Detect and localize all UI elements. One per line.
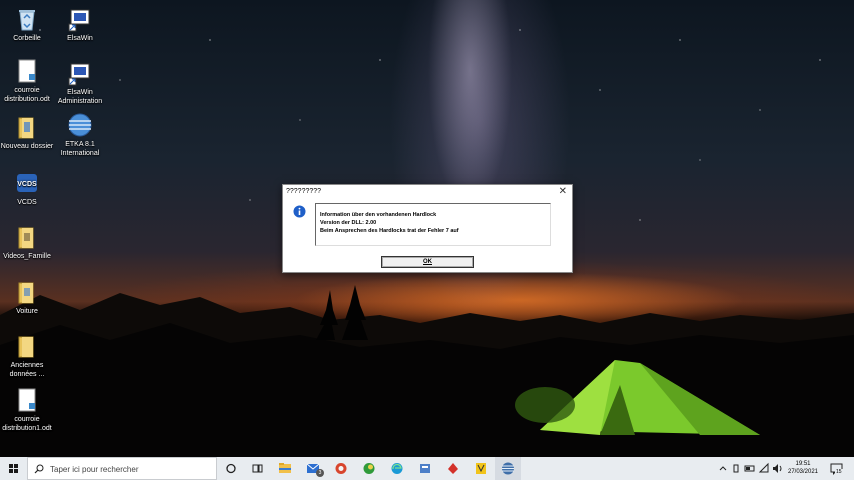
- desktop-icon-label: Corbeille: [13, 35, 41, 42]
- desktop-icon-elsawin[interactable]: ElsaWin: [53, 6, 107, 43]
- desktop-icon-voiture[interactable]: Voiture: [0, 279, 54, 316]
- app-red-icon[interactable]: [328, 457, 354, 480]
- notification-center[interactable]: 15: [828, 460, 846, 478]
- desktop-icon-corbeille[interactable]: Corbeille: [0, 6, 54, 43]
- dialog-message-line: Information über den vorhandenen Hardloc…: [320, 212, 437, 218]
- svg-text:VCDS: VCDS: [17, 181, 37, 188]
- desktop-icon-etka[interactable]: ETKA 8.1 International: [53, 112, 107, 158]
- clock-date: 27/03/2021: [787, 469, 819, 475]
- app-blue-icon[interactable]: [412, 457, 438, 480]
- taskbar: 3 19:51 2: [0, 457, 854, 480]
- cortana-icon[interactable]: [218, 457, 244, 480]
- elsawin-shortcut-icon: [68, 9, 90, 32]
- mail-app[interactable]: 3: [300, 457, 326, 480]
- wallpaper-landscape: [0, 285, 854, 457]
- wifi-icon[interactable]: [758, 457, 770, 480]
- folder-icon: [18, 227, 34, 249]
- dialog-message-box: Information über den vorhandenen Hardloc…: [315, 203, 551, 246]
- battery-icon[interactable]: [744, 457, 756, 480]
- mail-icon: [306, 463, 320, 473]
- recycle-bin-icon: [19, 10, 35, 31]
- dialog-title: ?????????: [286, 188, 322, 195]
- desktop-icon-label: ElsaWin Administration: [57, 89, 103, 105]
- info-icon: [293, 205, 306, 218]
- search-icon: [34, 464, 44, 474]
- hardlock-info-dialog: ????????? ✕ Information über den vorhand…: [282, 184, 573, 273]
- mail-badge: 3: [316, 469, 324, 477]
- desktop-icon-elsawin-administration[interactable]: ElsaWin Administration: [53, 60, 107, 106]
- document-icon: [18, 59, 36, 83]
- desktop-icon-label: Nouveau dossier: [0, 143, 54, 150]
- folder-icon: [18, 117, 34, 139]
- desktop-icon-nouveau-dossier[interactable]: Nouveau dossier: [0, 114, 54, 151]
- elsawin-admin-shortcut-icon: [68, 63, 90, 86]
- dialog-message-line: Beim Ansprechen des Hardlocks trat der F…: [320, 228, 459, 234]
- desktop-icon-label: ETKA 8.1 International: [60, 141, 100, 157]
- dialog-close-button[interactable]: ✕: [559, 186, 567, 197]
- desktop-icon-label: Videos_Famille: [3, 253, 51, 260]
- usb-device-icon[interactable]: [731, 457, 741, 480]
- desktop-icon-videos-famille[interactable]: Videos_Famille: [0, 224, 54, 261]
- file-explorer-icon[interactable]: [272, 457, 298, 480]
- notification-count: 15: [835, 469, 843, 475]
- etka-globe-icon: [68, 113, 92, 137]
- ok-button[interactable]: OK: [381, 256, 474, 268]
- desktop-icon-vcds[interactable]: VCDS VCDS: [0, 170, 54, 207]
- app-yellow-icon[interactable]: [468, 457, 494, 480]
- folder-icon: [18, 282, 34, 304]
- windows-start-icon[interactable]: [0, 457, 27, 480]
- desktop-icon-courroie-distribution1[interactable]: courroie distribution1.odt: [0, 387, 54, 433]
- desktop: Corbeille ElsaWin courroie distribution.…: [0, 0, 854, 457]
- etka-taskbar-icon[interactable]: [495, 457, 521, 480]
- vcds-icon: VCDS: [17, 174, 37, 192]
- desktop-icon-label: Anciennes données ...: [9, 362, 45, 378]
- folder-icon: [18, 336, 34, 358]
- desktop-icon-label: courroie distribution.odt: [4, 87, 50, 103]
- taskbar-search-box[interactable]: [27, 457, 217, 480]
- chevron-up-icon[interactable]: [718, 457, 728, 480]
- desktop-icon-label: courroie distribution1.odt: [2, 416, 52, 432]
- dialog-message-line: Version der DLL: 2.00: [320, 220, 377, 226]
- clock-time: 19:51: [795, 461, 811, 467]
- desktop-icon-anciennes-donnees[interactable]: Anciennes données ...: [0, 333, 54, 379]
- app-green-icon[interactable]: [356, 457, 382, 480]
- desktop-icon-label: VCDS: [17, 199, 37, 206]
- app-red-spade-icon[interactable]: [440, 457, 466, 480]
- taskbar-clock[interactable]: 19:51 27/03/2021: [782, 460, 824, 476]
- desktop-icon-label: Voiture: [16, 308, 38, 315]
- search-input[interactable]: [48, 461, 217, 478]
- task-view-icon[interactable]: [244, 457, 270, 480]
- desktop-icon-courroie-distribution[interactable]: courroie distribution.odt: [0, 58, 54, 104]
- document-icon: [18, 388, 36, 412]
- desktop-icon-label: ElsaWin: [67, 35, 93, 42]
- edge-icon[interactable]: [384, 457, 410, 480]
